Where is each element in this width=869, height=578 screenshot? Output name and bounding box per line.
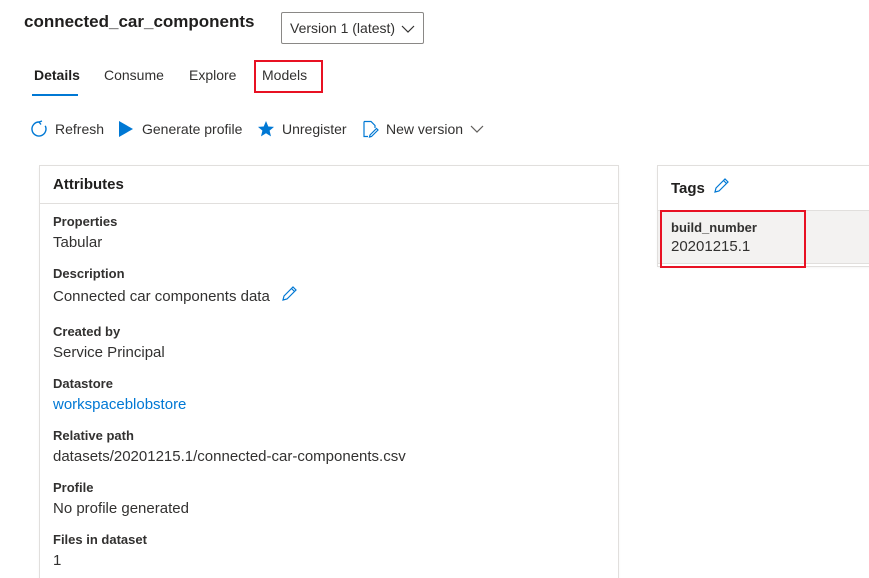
attribute-label: Properties (53, 214, 118, 229)
refresh-label: Refresh (55, 121, 105, 137)
new-version-label: New version (386, 121, 464, 137)
description-value: Connected car components data (53, 288, 270, 305)
attribute-value-row: Connected car components data (53, 285, 298, 309)
tab-models[interactable]: Models (262, 66, 307, 96)
unregister-button[interactable]: Unregister (257, 117, 347, 141)
chevron-down-icon (401, 22, 415, 38)
attribute-description: Description Connected car components dat… (53, 265, 298, 309)
attribute-label: Description (53, 266, 125, 281)
tab-explore[interactable]: Explore (189, 66, 236, 96)
tab-details[interactable]: Details (34, 66, 80, 96)
attribute-value: 1 (53, 552, 62, 569)
tags-heading: Tags (671, 179, 705, 197)
attribute-files-in-dataset: Files in dataset 1 (53, 531, 147, 571)
generate-profile-label: Generate profile (142, 121, 243, 137)
attribute-label: Profile (53, 480, 94, 495)
play-icon (117, 120, 135, 138)
edit-description-icon[interactable] (280, 285, 298, 309)
tags-header: Tags (658, 166, 869, 210)
attribute-datastore: Datastore workspaceblobstore (53, 375, 186, 415)
tags-card: Tags build_number 20201215.1 (658, 166, 869, 266)
attributes-heading: Attributes (40, 166, 618, 204)
edit-tags-icon[interactable] (712, 177, 730, 199)
tag-item: build_number 20201215.1 (658, 210, 869, 264)
refresh-icon (30, 120, 48, 138)
version-dropdown[interactable]: Version 1 (latest) (281, 12, 424, 44)
tag-value: 20201215.1 (671, 238, 751, 255)
attribute-relative-path: Relative path datasets/20201215.1/connec… (53, 427, 406, 467)
dataset-details-page: connected_car_components Version 1 (late… (0, 0, 869, 578)
attribute-label: Files in dataset (53, 532, 147, 547)
page-title: connected_car_components (24, 12, 255, 31)
attribute-label: Datastore (53, 376, 113, 391)
generate-profile-button[interactable]: Generate profile (117, 117, 242, 141)
star-icon (257, 120, 275, 138)
active-tab-indicator (32, 94, 78, 96)
attribute-value: datasets/20201215.1/connected-car-compon… (53, 448, 406, 465)
chevron-down-icon (470, 123, 484, 135)
version-dropdown-value: Version 1 (latest) (290, 20, 396, 36)
attribute-value: Service Principal (53, 344, 165, 361)
attribute-properties: Properties Tabular (53, 213, 117, 253)
attributes-card: Attributes Properties Tabular Descriptio… (40, 166, 618, 578)
attribute-profile: Profile No profile generated (53, 479, 189, 519)
attribute-label: Relative path (53, 428, 134, 443)
new-version-button[interactable]: New version (361, 117, 484, 141)
edit-document-icon (361, 120, 379, 138)
attribute-value: Tabular (53, 234, 103, 251)
attribute-value: No profile generated (53, 500, 189, 517)
tab-consume[interactable]: Consume (104, 66, 164, 96)
unregister-label: Unregister (282, 121, 347, 137)
datastore-link[interactable]: workspaceblobstore (53, 395, 186, 415)
attribute-created-by: Created by Service Principal (53, 323, 165, 363)
attribute-label: Created by (53, 324, 121, 339)
tag-key: build_number (671, 220, 757, 235)
refresh-button[interactable]: Refresh (30, 117, 104, 141)
